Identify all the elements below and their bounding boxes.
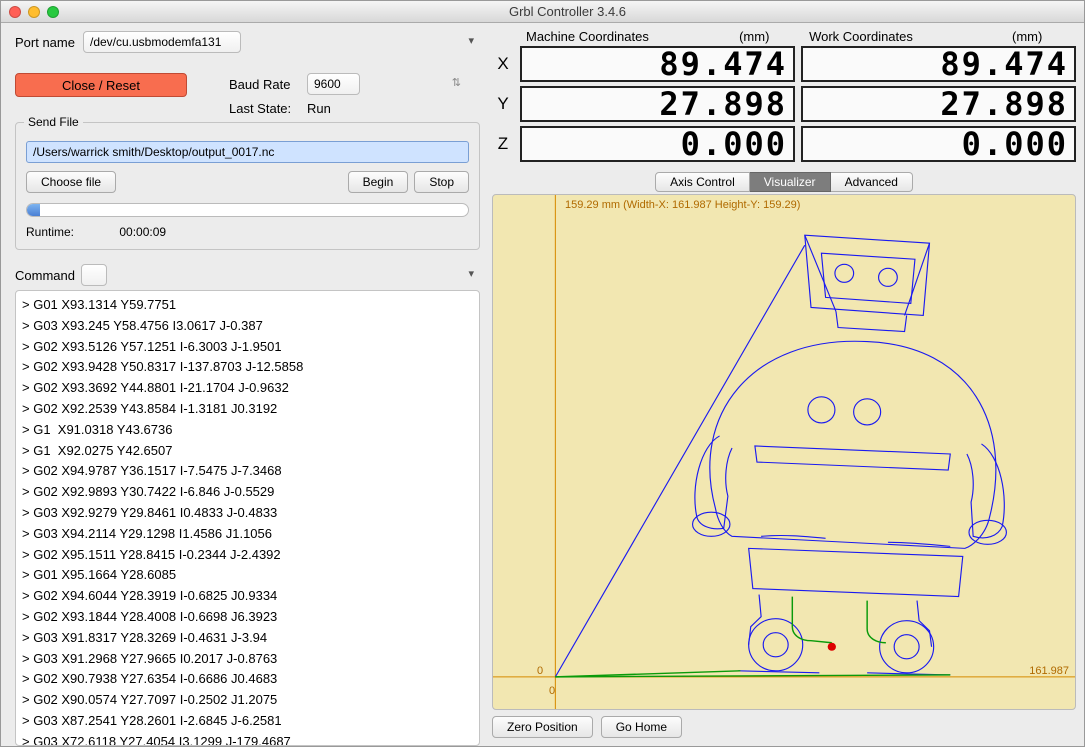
axis-z-label: Z (492, 126, 514, 162)
send-file-group: Send File Choose file Begin Stop Runtime… (15, 122, 480, 250)
command-label: Command (15, 268, 75, 283)
tab-bar: Axis Control Visualizer Advanced (492, 172, 1076, 192)
tab-advanced[interactable]: Advanced (831, 172, 913, 192)
zero-position-button[interactable]: Zero Position (492, 716, 593, 738)
machine-z: 0.000 (520, 126, 795, 162)
tab-axis-control[interactable]: Axis Control (655, 172, 750, 192)
stop-button[interactable]: Stop (414, 171, 469, 193)
work-z: 0.000 (801, 126, 1076, 162)
close-icon[interactable] (9, 6, 21, 18)
port-select[interactable]: /dev/cu.usbmodemfa131 (83, 31, 241, 53)
begin-button[interactable]: Begin (348, 171, 409, 193)
go-home-button[interactable]: Go Home (601, 716, 682, 738)
window-title: Grbl Controller 3.4.6 (59, 4, 1076, 19)
viz-zero-x: 0 (549, 685, 555, 697)
command-select[interactable] (81, 264, 107, 286)
laststate-label: Last State: (229, 101, 299, 116)
viz-max-x: 161.987 (1029, 665, 1069, 677)
laststate-value: Run (307, 101, 331, 116)
zoom-icon[interactable] (47, 6, 59, 18)
file-path-input[interactable] (26, 141, 469, 163)
machine-y: 27.898 (520, 86, 795, 122)
runtime-value: 00:00:09 (119, 225, 166, 239)
baud-label: Baud Rate (229, 77, 299, 92)
close-reset-button[interactable]: Close / Reset (15, 73, 187, 97)
viz-dimensions: 159.29 mm (Width-X: 161.987 Height-Y: 15… (565, 199, 800, 211)
axis-y-label: Y (492, 86, 514, 122)
machine-x: 89.474 (520, 46, 795, 82)
axis-x-label: X (492, 46, 514, 82)
progress-bar (26, 203, 469, 217)
minimize-icon[interactable] (28, 6, 40, 18)
send-file-title: Send File (24, 115, 83, 129)
coord-header: Machine Coordinates (mm) Work Coordinate… (492, 29, 1076, 46)
work-x: 89.474 (801, 46, 1076, 82)
runtime-label: Runtime: (26, 225, 116, 239)
work-y: 27.898 (801, 86, 1076, 122)
gcode-log[interactable]: > G01 X93.1314 Y59.7751 > G03 X93.245 Y5… (15, 290, 480, 746)
viz-zero-y: 0 (537, 665, 543, 677)
port-label: Port name (15, 35, 75, 50)
titlebar: Grbl Controller 3.4.6 (1, 1, 1084, 23)
choose-file-button[interactable]: Choose file (26, 171, 116, 193)
visualizer-canvas[interactable]: 159.29 mm (Width-X: 161.987 Height-Y: 15… (492, 194, 1076, 710)
tab-visualizer[interactable]: Visualizer (750, 172, 831, 192)
baud-select[interactable]: 9600 (307, 73, 360, 95)
